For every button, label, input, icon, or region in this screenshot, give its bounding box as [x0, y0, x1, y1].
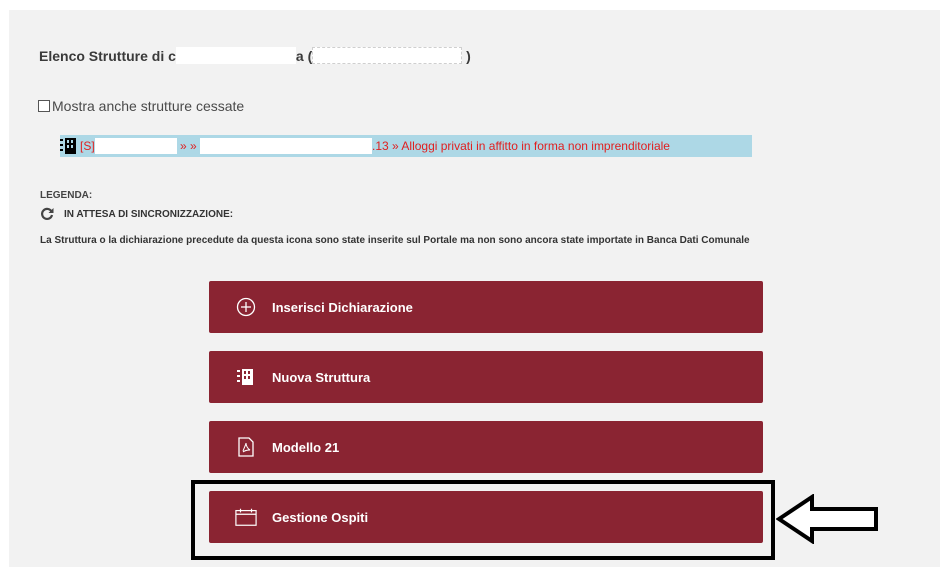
refresh-icon — [41, 207, 54, 220]
legend-title: LEGENDA: — [40, 190, 93, 201]
building-icon — [60, 138, 76, 154]
legend-description: La Struttura o la dichiarazione precedut… — [40, 235, 750, 246]
model21-label: Modello 21 — [272, 439, 340, 455]
new-structure-button[interactable]: Nuova Struttura — [209, 351, 763, 403]
structure-list-item[interactable]: [S] » » .13 » Alloggi privati in affitto… — [40, 135, 752, 157]
redacted-structure-address — [200, 138, 373, 154]
building-icon — [235, 366, 257, 388]
structure-description: .13 » Alloggi privati in affitto in form… — [372, 139, 670, 153]
pointer-arrow-icon — [776, 494, 878, 544]
model21-button[interactable]: Modello 21 — [209, 421, 763, 473]
structure-type-tag: [S] — [80, 139, 95, 153]
legend-sync-row: IN ATTESA DI SINCRONIZZAZIONE: — [40, 207, 233, 221]
redacted-code — [312, 47, 463, 64]
show-closed-checkbox[interactable] — [38, 100, 50, 112]
insert-declaration-label: Inserisci Dichiarazione — [272, 299, 413, 315]
pdf-file-icon — [235, 436, 257, 458]
redacted-structure-name — [94, 138, 177, 154]
plus-circle-icon — [235, 296, 257, 318]
highlight-box — [191, 480, 775, 560]
show-closed-label: Mostra anche strutture cessate — [52, 98, 245, 114]
insert-declaration-button[interactable]: Inserisci Dichiarazione — [209, 281, 763, 333]
page-title: Elenco Strutture di ca ( ) — [39, 47, 471, 64]
sync-label: IN ATTESA DI SINCRONIZZAZIONE: — [64, 208, 234, 220]
redacted-name — [175, 47, 296, 64]
new-structure-label: Nuova Struttura — [272, 369, 371, 385]
show-closed-filter[interactable]: Mostra anche strutture cessate — [38, 98, 244, 114]
